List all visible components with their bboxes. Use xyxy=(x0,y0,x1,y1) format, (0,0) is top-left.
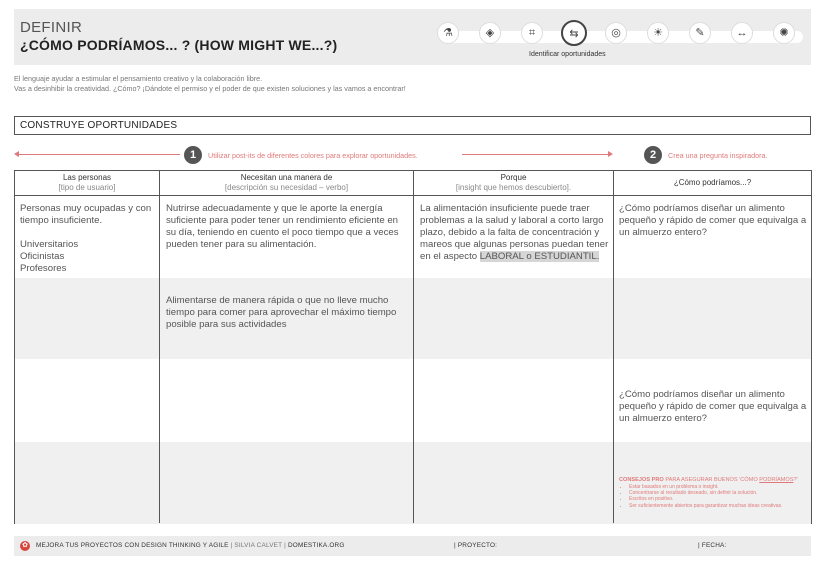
cell-porque[interactable]: La alimentación insuficiente puede traer… xyxy=(420,203,610,263)
tips-title-label: CONSEJOS PRO xyxy=(619,477,664,483)
opportunity-grid: Las personas [tipo de usuario] Necesitan… xyxy=(14,170,812,524)
arrow-right-head xyxy=(608,151,613,157)
column-header-necesitan: Necesitan una manera de [descripción su … xyxy=(160,173,413,193)
page-subtitle: DEFINIR xyxy=(20,19,83,36)
column-header-personas: Las personas [tipo de usuario] xyxy=(15,173,159,193)
bullseye-icon: ◎ xyxy=(605,22,627,44)
signpost-icon: ⇆ xyxy=(561,20,587,46)
column-title: Porque xyxy=(500,173,527,182)
intro-line-2: Vas a desinhibir la creatividad. ¿Cómo? … xyxy=(14,84,406,93)
footer-site: DOMESTIKA.ORG xyxy=(287,542,345,549)
step-badge-1: 1 xyxy=(184,146,202,164)
header-divider xyxy=(15,195,811,196)
tips-title-underlined: PODRÍAMOS xyxy=(759,477,794,483)
tips-title-text: PARA ASEGURAR BUENOS 'CÓMO xyxy=(663,477,760,483)
cell-personas[interactable]: Personas muy ocupadas y con tiempo insuf… xyxy=(20,203,156,275)
intro-text: El lenguaje ayudar a estimular el pensam… xyxy=(14,74,614,94)
note-text: Profesores xyxy=(20,263,67,274)
arrow-line-left xyxy=(18,154,180,155)
column-subtitle: [descripción su necesidad – verbo] xyxy=(224,183,349,192)
section-title: CONSTRUYE OPORTUNIDADES xyxy=(20,120,178,131)
cell-como-2[interactable]: ¿Cómo podríamos diseñar un alimento pequ… xyxy=(619,389,809,425)
pencil-icon: ✎ xyxy=(689,22,711,44)
target-square-icon: ⌗ xyxy=(521,22,543,44)
column-divider xyxy=(613,171,614,523)
footer-fecha: | FECHA: xyxy=(698,542,727,549)
process-steps: ⚗ ◈ ⌗ ⇆ ◎ ☀ ✎ ↔ ✺ xyxy=(435,20,809,46)
shield-icon: ◈ xyxy=(479,22,501,44)
cell-necesitan-1[interactable]: Nutrirse adecuadamente y que le aporte l… xyxy=(166,203,408,251)
highlighted-text: LABORAL o ESTUDIANTIL. xyxy=(479,251,600,262)
flask-icon: ⚗ xyxy=(437,22,459,44)
footer-credits: MEJORA TUS PROYECTOS CON DESIGN THINKING… xyxy=(36,542,345,549)
domestika-logo-icon: ✿ xyxy=(20,541,30,551)
column-header-porque: Porque [insight que hemos descubierto]. xyxy=(414,173,613,193)
pro-tips: CONSEJOS PRO PARA ASEGURAR BUENOS 'CÓMO … xyxy=(619,477,809,509)
footer-course: MEJORA TUS PROYECTOS CON DESIGN THINKING… xyxy=(36,542,229,549)
column-title: Las personas xyxy=(62,173,112,182)
column-title: Necesitan una manera de xyxy=(240,173,333,182)
note-text: Oficinistas xyxy=(20,251,65,262)
footer-proyecto: | PROYECTO: xyxy=(454,542,498,549)
instruction-1: Utilizar post-its de diferentes colores … xyxy=(208,151,418,160)
note-text: Universitarios xyxy=(20,239,79,250)
steps-caption: Identificar oportunidades xyxy=(529,51,606,58)
arrows-icon: ↔ xyxy=(731,22,753,44)
sun-icon: ✺ xyxy=(773,22,795,44)
note-text: Personas muy ocupadas y con tiempo insuf… xyxy=(20,203,152,226)
page-title: ¿CÓMO PODRÍAMOS... ? (HOW MIGHT WE...?) xyxy=(20,37,338,53)
column-subtitle: [insight que hemos descubierto]. xyxy=(455,183,572,192)
column-subtitle: [tipo de usuario] xyxy=(58,183,116,192)
section-header: CONSTRUYE OPORTUNIDADES xyxy=(14,116,811,135)
intro-line-1: El lenguaje ayudar a estimular el pensam… xyxy=(14,74,263,83)
tips-list: Estar basados en un problema o insight. … xyxy=(629,484,809,509)
column-divider xyxy=(413,171,414,523)
tips-title-end: ?' xyxy=(793,477,798,483)
column-title: ¿Cómo podríamos...? xyxy=(673,178,752,187)
footer-author: SILVIA CALVET xyxy=(234,542,283,549)
tips-title: CONSEJOS PRO PARA ASEGURAR BUENOS 'CÓMO … xyxy=(619,477,809,483)
tip-item: Ser suficientemente abiertos para garant… xyxy=(629,503,809,509)
column-header-como: ¿Cómo podríamos...? xyxy=(614,178,811,188)
cell-como-1[interactable]: ¿Cómo podríamos diseñar un alimento pequ… xyxy=(619,203,809,239)
header-bar: DEFINIR ¿CÓMO PODRÍAMOS... ? (HOW MIGHT … xyxy=(14,9,811,65)
cell-necesitan-2[interactable]: Alimentarse de manera rápida o que no ll… xyxy=(166,295,402,331)
column-divider xyxy=(159,171,160,523)
footer-bar: ✿ MEJORA TUS PROYECTOS CON DESIGN THINKI… xyxy=(14,536,811,556)
instruction-2: Crea una pregunta inspiradora. xyxy=(668,151,768,160)
arrow-line-right xyxy=(462,154,608,155)
lightbulb-icon: ☀ xyxy=(647,22,669,44)
step-badge-2: 2 xyxy=(644,146,662,164)
